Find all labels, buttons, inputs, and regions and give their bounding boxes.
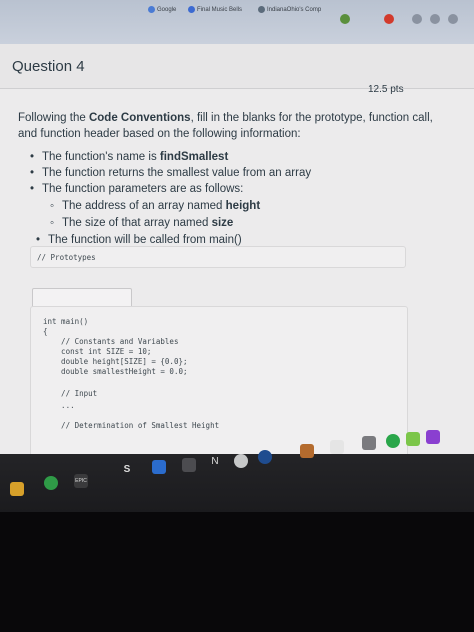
quiz-page: Question 4 12.5 pts Following the Code C… [0, 44, 474, 454]
game-app-icon[interactable] [300, 444, 314, 458]
list-item: • The function's name is findSmallest [30, 151, 229, 163]
prototypes-code-block: // Prototypes [30, 246, 406, 268]
list-item: • The function will be called from main() [36, 234, 242, 246]
google-icon [148, 6, 155, 13]
file-explorer-icon[interactable] [10, 482, 24, 496]
bookmarks-bar: Google Final Music Bells IndianaOhio's C… [0, 0, 474, 44]
media-player-icon[interactable] [152, 460, 166, 474]
list-item: ◦ The address of an array named height [50, 200, 261, 212]
profile-icon[interactable] [430, 14, 440, 24]
n-app-icon[interactable]: N [208, 456, 222, 470]
record-icon[interactable] [384, 14, 394, 24]
list-item: ◦ The size of that array named size [50, 217, 234, 229]
circle-app-icon[interactable] [234, 454, 248, 468]
puzzle-icon[interactable] [412, 14, 422, 24]
spotify-icon[interactable] [386, 434, 400, 448]
bookmark-google[interactable]: Google [148, 6, 176, 13]
main-code-block: int main() { // Constants and Variables … [30, 306, 408, 454]
play-app-icon[interactable] [258, 450, 272, 464]
question-points: 12.5 pts [368, 84, 404, 95]
question-header: Question 4 [0, 44, 474, 89]
code-conventions-label: Code Conventions [88, 112, 191, 124]
purple-app-icon[interactable] [426, 430, 440, 444]
taskbar: EPIC S N [0, 430, 474, 512]
extension-icon[interactable] [340, 14, 350, 24]
question-title: Question 4 [12, 58, 85, 75]
bookmark-final-music[interactable]: Final Music Bells [188, 6, 242, 13]
question-prompt: Following the Code Conventions, fill in … [18, 112, 433, 140]
green-app-icon[interactable] [406, 432, 420, 446]
epic-games-icon[interactable]: EPIC [74, 474, 88, 488]
laptop-bezel [0, 512, 474, 632]
list-item: • The function parameters are as follows: [30, 183, 244, 195]
chrome-icon[interactable] [44, 476, 58, 490]
camera-icon[interactable] [182, 458, 196, 472]
settings-icon[interactable] [448, 14, 458, 24]
gray-app-icon[interactable] [362, 436, 376, 450]
link-icon [258, 6, 265, 13]
s-app-icon[interactable]: S [120, 464, 134, 478]
bookmark-comp[interactable]: IndianaOhio's Comp [258, 6, 321, 13]
folder-icon [188, 6, 195, 13]
list-item: • The function returns the smallest value… [30, 167, 312, 179]
white-app-icon[interactable] [330, 440, 344, 454]
